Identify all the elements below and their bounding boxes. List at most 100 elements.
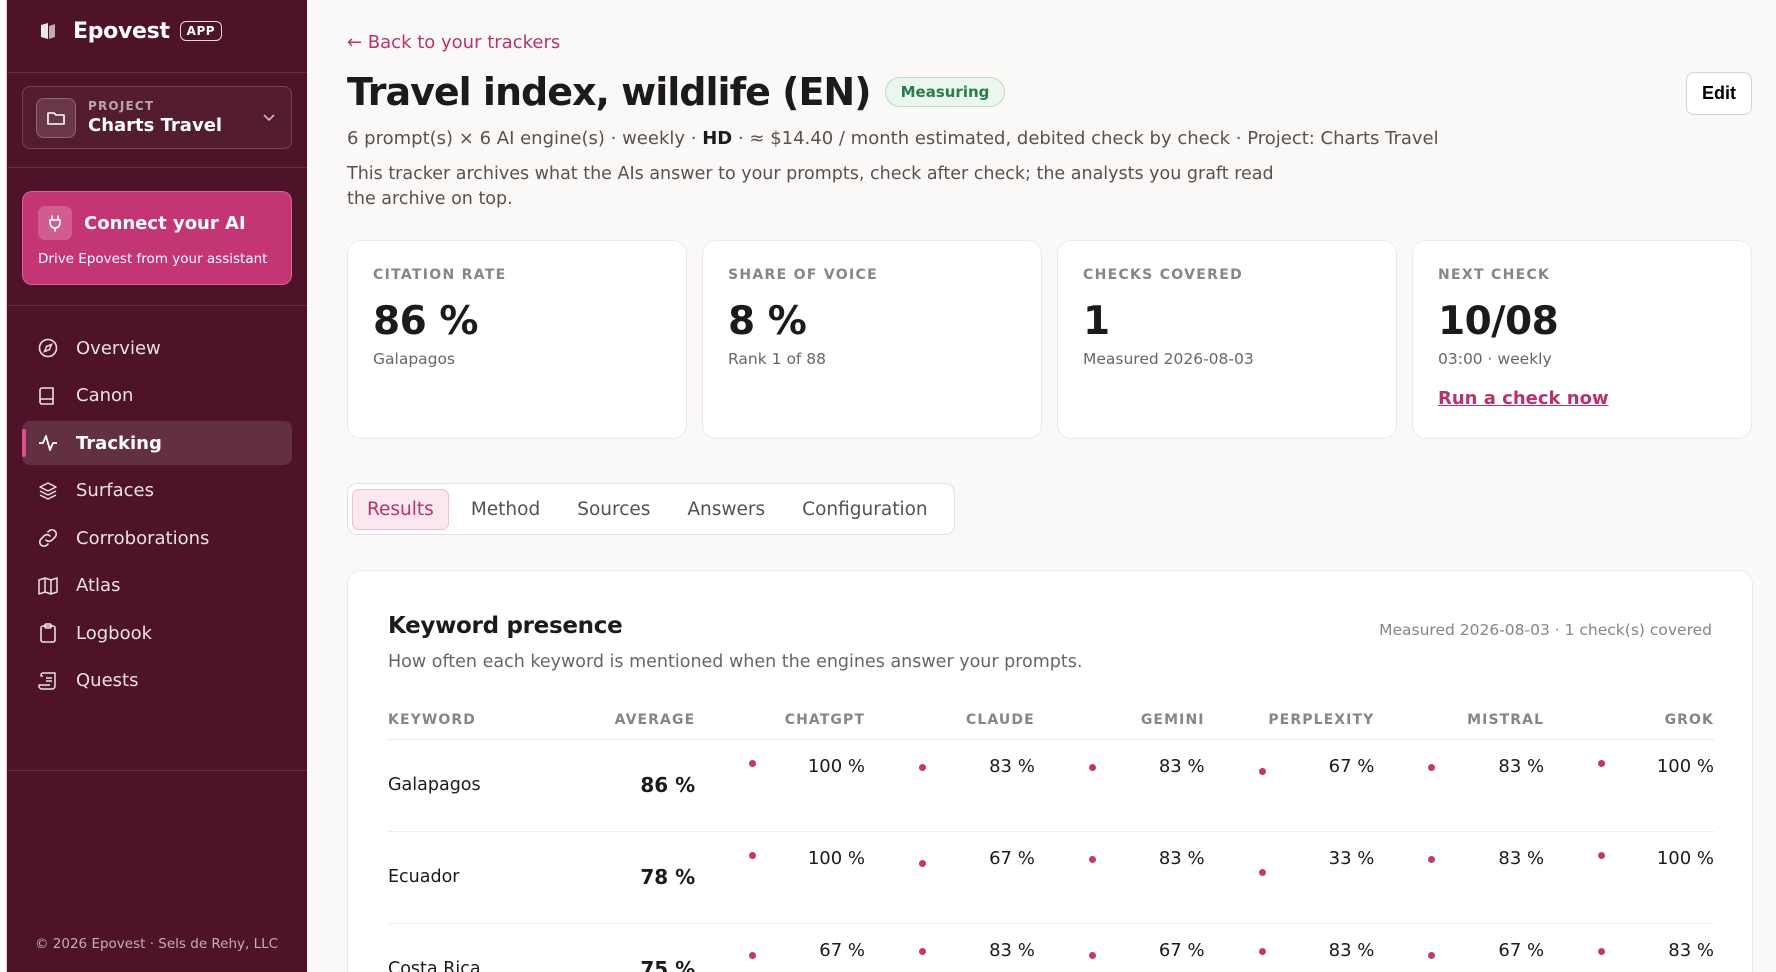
card-kicker: NEXT CHECK (1438, 267, 1551, 283)
column-header: KEYWORD (388, 701, 540, 740)
stat-card-next-check: NEXT CHECK 10/08 03:00 · weekly Run a ch… (1412, 240, 1752, 439)
meta-text: 6 prompt(s) × 6 AI engine(s) · weekly · (347, 128, 703, 149)
engine-percentage: 83 % (989, 939, 1035, 961)
engine-percentage: 67 % (1498, 939, 1545, 961)
tab-answers[interactable]: Answers (672, 489, 780, 530)
engine-percentage: 83 % (1158, 847, 1205, 869)
engine-cell: 83 % (865, 739, 1035, 832)
sidebar-item-overview[interactable]: Overview (22, 326, 292, 370)
column-header: GROK (1544, 701, 1714, 740)
tab-sources[interactable]: Sources (562, 489, 665, 530)
engine-percentage: 100 % (807, 755, 866, 777)
meta-quality: HD (702, 128, 733, 149)
keyword-table: KEYWORD AVERAGE CHATGPT CLAUDE GEMINI PE… (388, 701, 1714, 972)
meta-text: · ≈ $14.40 / month estimated, debited ch… (732, 128, 1439, 149)
sidebar-item-logbook[interactable]: Logbook (22, 611, 292, 655)
card-sub: 03:00 · weekly (1438, 350, 1552, 368)
engine-percentage: 83 % (1158, 755, 1205, 777)
card-kicker: SHARE OF VOICE (728, 267, 878, 283)
sidebar-item-tracking[interactable]: Tracking (22, 421, 292, 465)
run-check-link[interactable]: Run a check now (1438, 388, 1609, 409)
divider (7, 167, 307, 168)
engine-cell: 83 % (1034, 739, 1205, 832)
divider (7, 72, 307, 73)
sidebar-footer: © 2026 Epovest · Sels de Rehy, LLC (35, 936, 279, 952)
tab-results[interactable]: Results (352, 488, 449, 530)
presence-dot (1258, 947, 1266, 955)
average-cell: 75 % (539, 923, 696, 972)
column-header: MISTRAL (1374, 701, 1545, 740)
divider (7, 770, 307, 771)
sidebar-item-canon[interactable]: Canon (22, 374, 292, 418)
engine-percentage: 67 % (989, 847, 1035, 869)
card-kicker: CHECKS COVERED (1083, 267, 1243, 283)
card-sub: Rank 1 of 88 (728, 350, 827, 368)
tab-method[interactable]: Method (456, 489, 555, 530)
card-value: 1 (1083, 299, 1110, 344)
engine-percentage: 83 % (1668, 939, 1714, 961)
layers-icon (39, 481, 57, 500)
sidebar-item-label: Overview (76, 337, 161, 359)
presence-dot (919, 947, 927, 955)
chevron-down-icon (263, 114, 275, 122)
connect-subtitle: Drive Epovest from your assistant (38, 251, 268, 267)
presence-dot (1428, 952, 1436, 960)
average-cell: 78 % (539, 831, 696, 924)
presence-dot (1258, 768, 1266, 776)
keyword-cell: Costa Rica (388, 923, 540, 972)
tracker-meta: 6 prompt(s) × 6 AI engine(s) · weekly · … (347, 128, 1439, 149)
engine-cell: 83 % (1204, 923, 1375, 972)
panel-meta: Measured 2026-08-03 · 1 check(s) covered (1379, 621, 1712, 639)
sidebar-item-corroborations[interactable]: Corroborations (22, 516, 292, 560)
table-row[interactable]: Galapagos 86 % 100 % 83 % 83 % 67 % 83 % 100 % (388, 739, 1714, 832)
sidebar-item-label: Atlas (76, 575, 121, 596)
average-cell: 86 % (539, 739, 696, 832)
connect-ai-button[interactable]: Connect your AI Drive Epovest from your … (22, 191, 292, 285)
presence-dot (1258, 868, 1266, 876)
presence-dot (1598, 947, 1606, 955)
sidebar-item-label: Canon (76, 385, 134, 406)
sidebar: Epovest APP PROJECT Charts Travel Connec… (7, 0, 307, 972)
table-header-row: KEYWORD AVERAGE CHATGPT CLAUDE GEMINI PE… (388, 701, 1714, 740)
sidebar-item-atlas[interactable]: Atlas (22, 564, 292, 608)
panel-title: Keyword presence (388, 613, 623, 639)
keyword-cell: Ecuador (388, 831, 540, 924)
engine-percentage: 33 % (1328, 847, 1375, 869)
stat-card-share-of-voice: SHARE OF VOICE 8 % Rank 1 of 88 (702, 240, 1042, 439)
presence-dot (1428, 855, 1436, 863)
sidebar-item-surfaces[interactable]: Surfaces (22, 469, 292, 513)
engine-percentage: 83 % (1498, 755, 1545, 777)
table-row[interactable]: Costa Rica 75 % 67 % 83 % 67 % 83 % 67 % 83 % (388, 923, 1714, 972)
presence-dot (919, 763, 927, 771)
engine-cell: 83 % (865, 923, 1035, 972)
brand[interactable]: Epovest APP (37, 18, 223, 44)
column-header: GEMINI (1034, 701, 1205, 740)
engine-cell: 67 % (1374, 923, 1545, 972)
sidebar-item-label: Tracking (76, 432, 162, 454)
engine-cell: 100 % (695, 739, 866, 832)
epovest-logo-icon (41, 23, 55, 39)
card-kicker: CITATION RATE (373, 267, 507, 283)
tab-configuration[interactable]: Configuration (787, 489, 942, 530)
stat-card-checks-covered: CHECKS COVERED 1 Measured 2026-08-03 (1057, 240, 1397, 439)
table-row[interactable]: Ecuador 78 % 100 % 67 % 83 % 33 % 83 % 100 % (388, 831, 1714, 924)
presence-dot (1598, 759, 1606, 767)
page-title: Travel index, wildlife (EN) (347, 70, 872, 114)
presence-dot (749, 759, 757, 767)
card-value: 86 % (373, 299, 478, 344)
column-header: CLAUDE (865, 701, 1035, 740)
panel-subtitle: How often each keyword is mentioned when… (388, 652, 1083, 672)
sidebar-item-quests[interactable]: Quests (22, 659, 292, 703)
link-icon (38, 528, 58, 548)
engine-percentage: 83 % (989, 755, 1035, 777)
engine-cell: 83 % (1544, 923, 1714, 972)
card-sub: Measured 2026-08-03 (1083, 350, 1254, 368)
project-switcher[interactable]: PROJECT Charts Travel (22, 86, 292, 149)
map-icon (38, 576, 58, 595)
presence-dot (749, 952, 757, 960)
presence-dot (1598, 851, 1606, 859)
engine-cell: 67 % (695, 923, 866, 972)
edit-button[interactable]: Edit (1686, 72, 1752, 115)
book-icon (39, 386, 54, 405)
back-link[interactable]: ← Back to your trackers (347, 32, 560, 53)
